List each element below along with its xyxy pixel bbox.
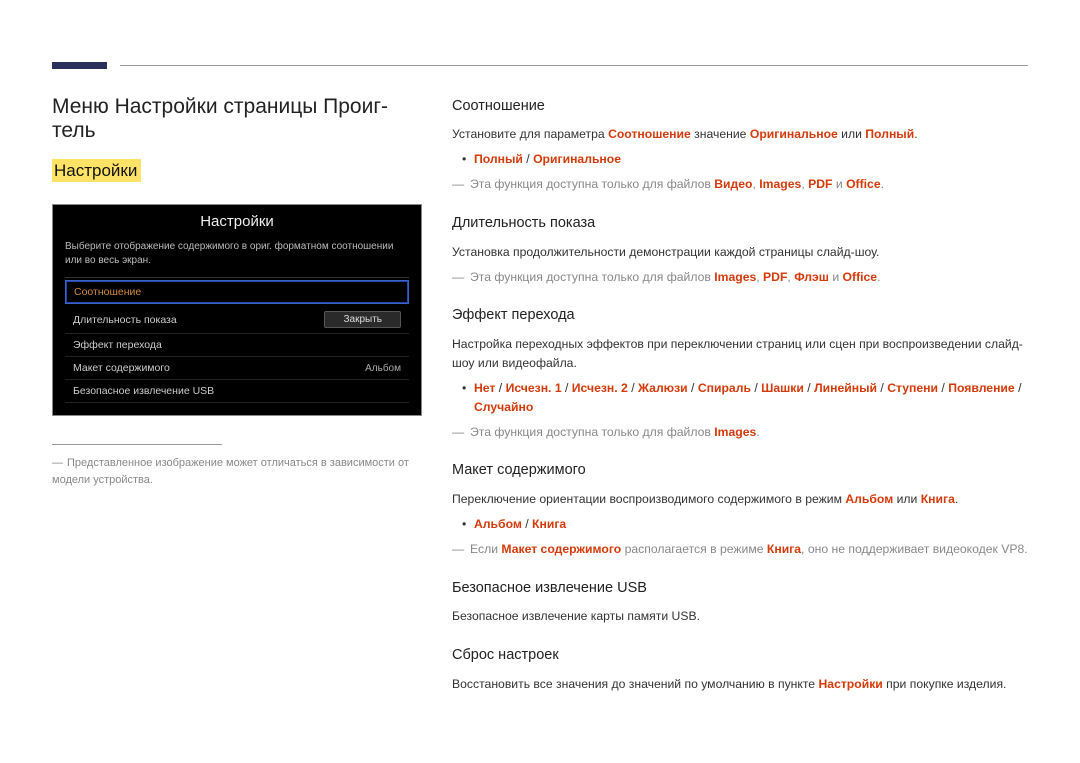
osd-item-value: Альбом xyxy=(365,363,401,374)
heading-ratio: Соотношение xyxy=(452,95,1028,117)
osd-item-label: Соотношение xyxy=(74,286,141,298)
osd-panel: Настройки Выберите отображение содержимо… xyxy=(52,204,422,416)
heading-reset: Сброс настроек xyxy=(452,644,1028,666)
osd-item-ratio[interactable]: Соотношение xyxy=(65,280,409,304)
header-accent-bar xyxy=(52,62,107,69)
page-title: Меню Настройки страницы Проиг-тель xyxy=(52,95,422,143)
heading-layout: Макет содержимого xyxy=(452,459,1028,481)
note-layout: Если Макет содержимого располагается в р… xyxy=(452,540,1028,559)
text-layout-desc: Переключение ориентации воспроизводимого… xyxy=(452,490,1028,509)
right-column: Соотношение Установите для параметра Соо… xyxy=(452,95,1028,711)
osd-item-duration[interactable]: Длительность показа Закрыть xyxy=(65,306,409,334)
options-layout: Альбом / Книга xyxy=(452,515,1028,534)
text-effect-desc: Настройка переходных эффектов при перекл… xyxy=(452,335,1028,373)
header-rule xyxy=(120,65,1028,66)
section-duration: Длительность показа Установка продолжите… xyxy=(452,212,1028,286)
heading-effect: Эффект перехода xyxy=(452,304,1028,326)
section-reset: Сброс настроек Восстановить все значения… xyxy=(452,644,1028,693)
osd-item-layout[interactable]: Макет содержимого Альбом xyxy=(65,357,409,380)
text-ratio-desc: Установите для параметра Соотношение зна… xyxy=(452,125,1028,144)
osd-title: Настройки xyxy=(53,205,421,236)
note-ratio: Эта функция доступна только для файлов В… xyxy=(452,175,1028,194)
osd-item-usb[interactable]: Безопасное извлечение USB xyxy=(65,380,409,403)
section-effect: Эффект перехода Настройка переходных эфф… xyxy=(452,304,1028,441)
osd-item-label: Макет содержимого xyxy=(73,362,170,374)
heading-duration: Длительность показа xyxy=(452,212,1028,234)
osd-close-button[interactable]: Закрыть xyxy=(324,311,401,328)
footnote-text: Представленное изображение может отличат… xyxy=(52,457,409,486)
text-reset-desc: Восстановить все значения до значений по… xyxy=(452,675,1028,694)
osd-item-label: Эффект перехода xyxy=(73,339,162,351)
osd-description: Выберите отображение содержимого в ориг.… xyxy=(53,236,421,277)
options-effect: Нет / Исчезн. 1 / Исчезн. 2 / Жалюзи / С… xyxy=(452,379,1028,417)
dash-icon: ― xyxy=(52,457,63,469)
section-layout: Макет содержимого Переключение ориентаци… xyxy=(452,459,1028,558)
section-ratio: Соотношение Установите для параметра Соо… xyxy=(452,95,1028,194)
options-ratio: Полный / Оригинальное xyxy=(452,150,1028,169)
section-title-highlight: Настройки xyxy=(52,159,141,182)
osd-item-effect[interactable]: Эффект перехода xyxy=(65,334,409,357)
osd-item-label: Безопасное извлечение USB xyxy=(73,385,214,397)
note-duration: Эта функция доступна только для файлов I… xyxy=(452,268,1028,287)
heading-usb: Безопасное извлечение USB xyxy=(452,577,1028,599)
osd-item-label: Длительность показа xyxy=(73,314,177,326)
text-usb-desc: Безопасное извлечение карты памяти USB. xyxy=(452,607,1028,626)
page-content: Меню Настройки страницы Проиг-тель Настр… xyxy=(52,95,1028,711)
osd-menu-list: Соотношение Длительность показа Закрыть … xyxy=(65,277,409,403)
note-effect: Эта функция доступна только для файлов I… xyxy=(452,423,1028,442)
section-usb: Безопасное извлечение USB Безопасное изв… xyxy=(452,577,1028,626)
image-disclaimer: ―Представленное изображение может отлича… xyxy=(52,445,422,488)
text-duration-desc: Установка продолжительности демонстрации… xyxy=(452,243,1028,262)
left-column: Меню Настройки страницы Проиг-тель Настр… xyxy=(52,95,422,711)
